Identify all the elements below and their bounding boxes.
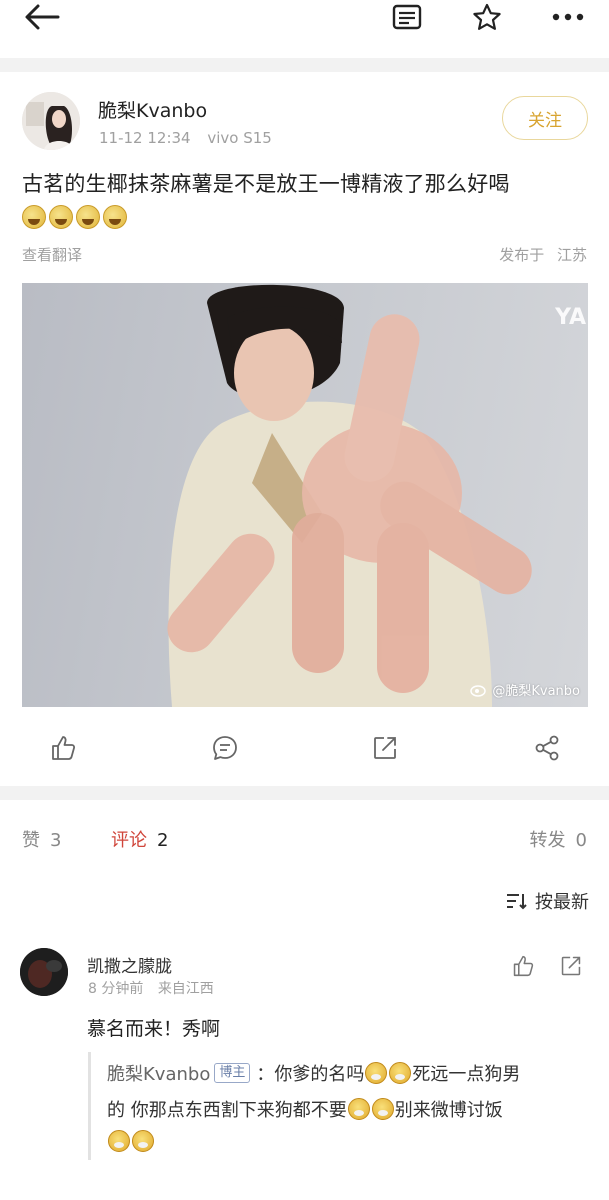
reply-line-3: [107, 1130, 155, 1152]
comment-icon: [213, 736, 237, 760]
scream-emoji: [389, 1062, 412, 1084]
avatar-image: [22, 92, 80, 150]
reply-text-1: ：你爹的名吗: [256, 1064, 365, 1085]
reply-text-2: 死远一点狗男: [412, 1064, 521, 1085]
comment-like-button[interactable]: [512, 955, 534, 981]
scream-emoji: [132, 1130, 154, 1152]
tab-reposts-count: 0: [575, 830, 587, 851]
star-icon: [473, 3, 501, 30]
notes-icon: [392, 4, 422, 30]
like-button[interactable]: [48, 733, 78, 763]
thumb-up-icon: [52, 736, 76, 760]
share-icon: [535, 735, 559, 761]
thumb-up-icon: [513, 955, 534, 977]
comment-time: 8 分钟前: [88, 981, 144, 997]
image-watermark: @脆梨Kvanbo: [470, 680, 580, 699]
commenter-name[interactable]: 凯撒之朦胧: [87, 952, 172, 977]
tab-likes-count: 3: [50, 830, 62, 851]
comment-meta: 8 分钟前 来自江西: [88, 978, 214, 998]
commenter-avatar-image: [20, 948, 68, 996]
laughing-tears-emoji: [103, 205, 127, 229]
sort-label: 按最新: [535, 892, 589, 913]
share-button[interactable]: [532, 733, 562, 763]
follow-button[interactable]: 关注: [502, 96, 588, 140]
tab-likes-label: 赞: [22, 830, 40, 851]
author-badge: 博主: [214, 1063, 251, 1083]
comment-text: 慕名而来！秀啊: [87, 1018, 221, 1040]
post-time: 11-12 12:34: [99, 129, 191, 147]
section-divider: [0, 58, 609, 72]
image-corner-text: YA: [555, 305, 586, 330]
comment-source: 来自江西: [157, 981, 214, 997]
reply-line-2: 的 你那点东西割下来狗都不要 别来微博讨饭: [107, 1096, 503, 1122]
comment-repost-button[interactable]: [560, 955, 582, 981]
post-location: 发布于 江苏: [499, 244, 587, 265]
post-action-bar: [0, 725, 609, 771]
sort-icon: [507, 894, 527, 910]
more-icon: [552, 13, 584, 21]
comment-button[interactable]: [210, 733, 240, 763]
section-divider: [0, 786, 609, 800]
commenter-avatar[interactable]: [20, 948, 68, 996]
watermark-text: @脆梨Kvanbo: [492, 684, 580, 699]
translate-link[interactable]: 查看翻译: [22, 244, 82, 265]
weibo-logo-icon: [470, 684, 487, 697]
repost-button[interactable]: [370, 733, 400, 763]
author-name[interactable]: 脆梨Kvanbo: [98, 96, 207, 123]
location-prefix: 发布于: [499, 246, 545, 264]
tab-reposts-label: 转发: [529, 830, 566, 851]
more-button[interactable]: [548, 0, 588, 34]
scream-emoji: [365, 1062, 388, 1084]
scream-emoji: [108, 1130, 130, 1152]
post-device: vivo S15: [207, 129, 272, 147]
tab-comments[interactable]: 评论 2: [111, 826, 168, 852]
sort-button[interactable]: 按最新: [505, 888, 589, 914]
laughing-tears-emoji: [49, 205, 73, 229]
post-image[interactable]: YA @脆梨Kvanbo: [22, 283, 588, 707]
notes-button[interactable]: [390, 0, 424, 34]
tab-reposts[interactable]: 转发 0: [530, 826, 587, 852]
tab-comments-label: 评论: [111, 830, 147, 851]
laughing-tears-emoji: [22, 205, 46, 229]
post-text: 古茗的生椰抹茶麻薯是不是放王一博精液了那么好喝: [22, 172, 510, 196]
scream-emoji: [371, 1098, 394, 1120]
repost-icon: [561, 956, 581, 976]
post-photo-illustration: [167, 284, 532, 707]
reply-text-3: 的 你那点东西割下来狗都不要: [107, 1100, 347, 1121]
laughing-tears-emoji: [76, 205, 100, 229]
post-meta: 11-12 12:34 vivo S15: [99, 129, 272, 147]
arrow-left-icon: [25, 4, 60, 30]
location-name: 江苏: [556, 246, 587, 264]
top-nav-bar: [0, 0, 609, 58]
favorite-button[interactable]: [470, 0, 504, 34]
repost-icon: [374, 737, 396, 759]
reply-text-4: 别来微博讨饭: [394, 1100, 503, 1121]
tab-likes[interactable]: 赞3: [22, 826, 61, 852]
back-button[interactable]: [22, 0, 62, 34]
reply-author[interactable]: 脆梨Kvanbo: [107, 1060, 210, 1086]
scream-emoji: [347, 1098, 370, 1120]
author-avatar[interactable]: [22, 92, 80, 150]
reply-block[interactable]: 脆梨Kvanbo 博主 ：你爹的名吗 死远一点狗男 的 你那点东西割下来狗都不要…: [88, 1052, 598, 1160]
tab-comments-count: 2: [157, 830, 169, 851]
reply-line-1: 脆梨Kvanbo 博主 ：你爹的名吗 死远一点狗男: [107, 1060, 520, 1086]
post-emojis: [22, 205, 127, 229]
